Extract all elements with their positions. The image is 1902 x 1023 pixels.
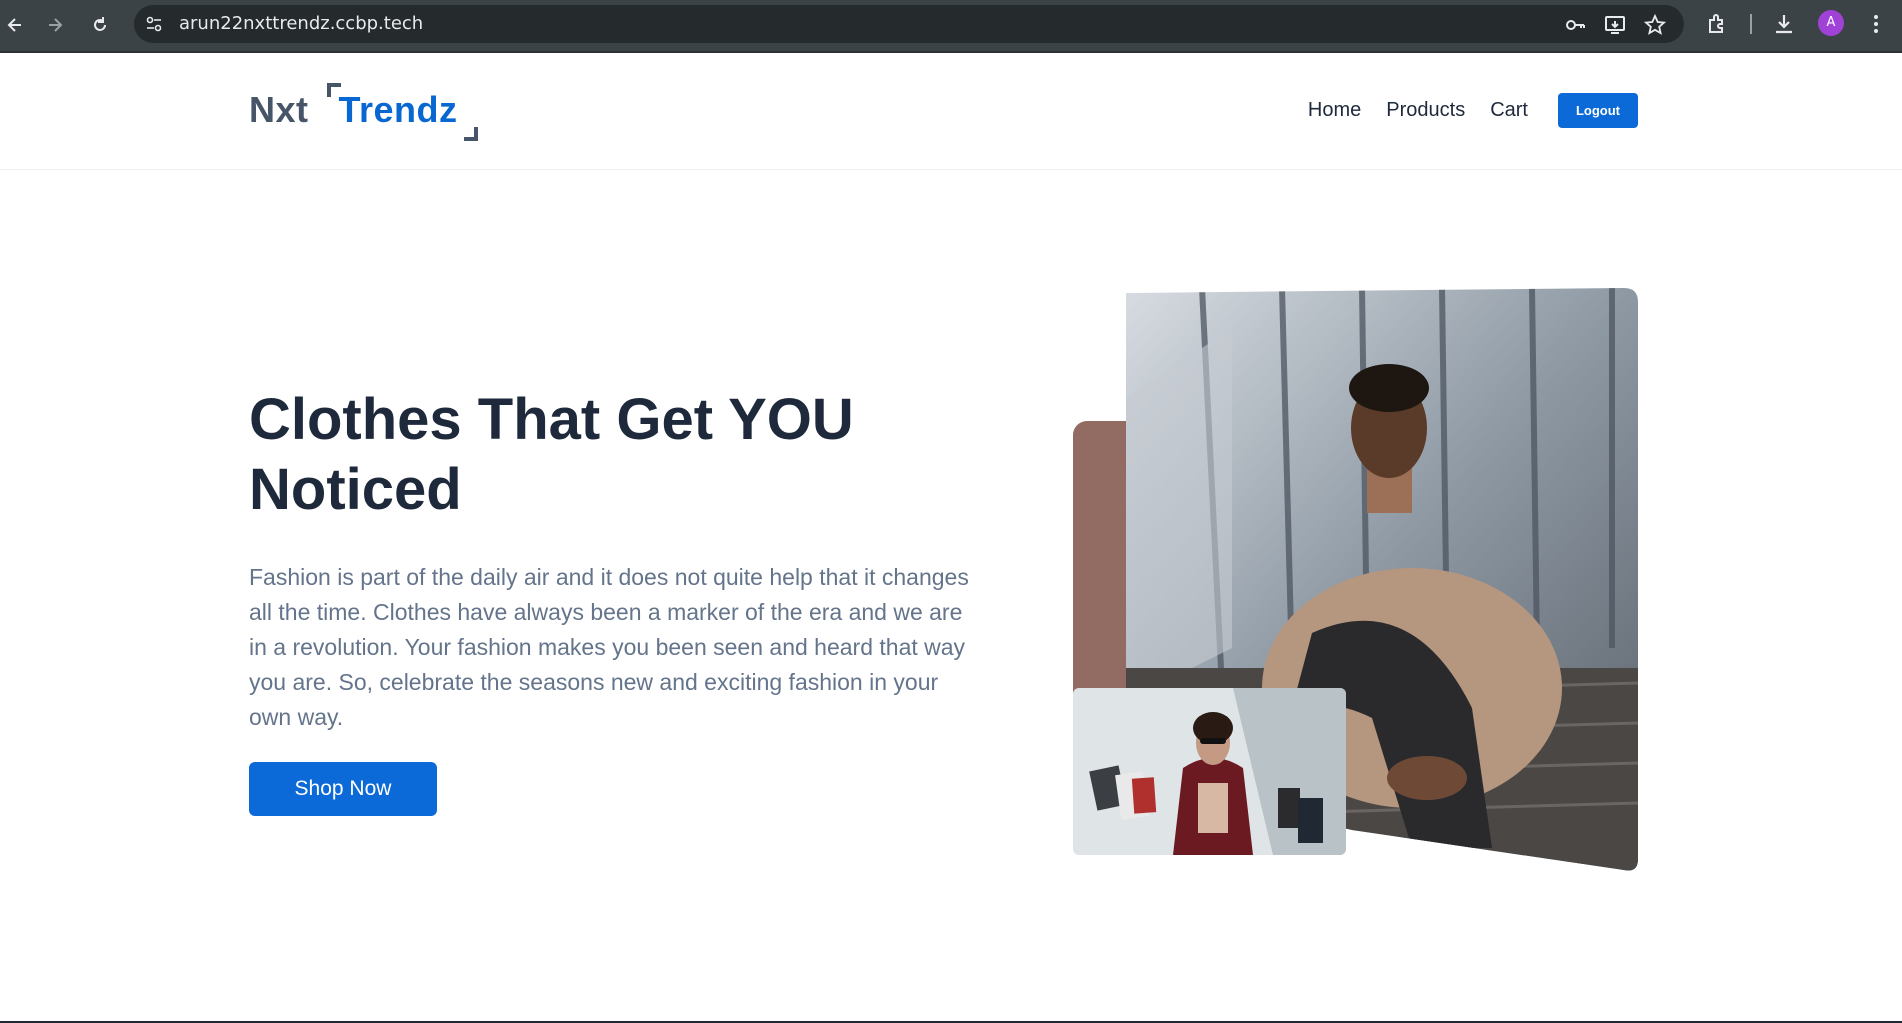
password-key-icon[interactable] xyxy=(1564,14,1586,36)
logo-bracket-bottom-right xyxy=(463,127,478,141)
nav-link-home[interactable]: Home xyxy=(1308,99,1361,122)
forward-icon[interactable] xyxy=(40,10,70,40)
address-bar[interactable]: arun22nxttrendz.ccbp.tech xyxy=(134,5,1684,43)
logo-bracket-top-left xyxy=(326,83,341,97)
logo-nxt-text: Nxt xyxy=(249,89,309,130)
url-text[interactable]: arun22nxttrendz.ccbp.tech xyxy=(179,5,423,43)
more-menu-icon[interactable] xyxy=(1864,12,1888,36)
nav-link-cart[interactable]: Cart xyxy=(1490,99,1528,122)
site-settings-icon[interactable] xyxy=(144,14,164,34)
nxt-trendz-logo[interactable]: Nxt Trendz xyxy=(249,83,478,141)
hero-secondary-photo xyxy=(1073,688,1346,855)
toolbar-divider xyxy=(1750,14,1752,34)
hero-description: Fashion is part of the daily air and it … xyxy=(249,564,969,730)
logout-button[interactable]: Logout xyxy=(1558,93,1638,128)
install-app-icon[interactable] xyxy=(1604,14,1626,36)
profile-avatar[interactable]: A xyxy=(1818,10,1844,36)
browser-toolbar: arun22nxttrendz.ccbp.tech A xyxy=(0,0,1902,53)
nav-menu: Home Products Cart Logout xyxy=(1283,93,1638,128)
hero-heading: Clothes That Get YOU Noticed xyxy=(249,387,854,522)
download-icon[interactable] xyxy=(1772,12,1796,36)
hero-image-collage xyxy=(1073,288,1638,873)
site-navbar: Nxt Trendz Home Products Cart Logout xyxy=(0,55,1902,170)
shop-now-button[interactable]: Shop Now xyxy=(249,762,437,816)
nav-link-products[interactable]: Products xyxy=(1386,99,1465,122)
logo-trendz-wrap: Trendz xyxy=(326,83,478,141)
reload-icon[interactable] xyxy=(85,10,115,40)
logo-trendz-text: Trendz xyxy=(338,89,458,130)
back-icon[interactable] xyxy=(0,10,30,40)
bookmark-star-icon[interactable] xyxy=(1644,14,1666,36)
extensions-icon[interactable] xyxy=(1706,12,1730,36)
